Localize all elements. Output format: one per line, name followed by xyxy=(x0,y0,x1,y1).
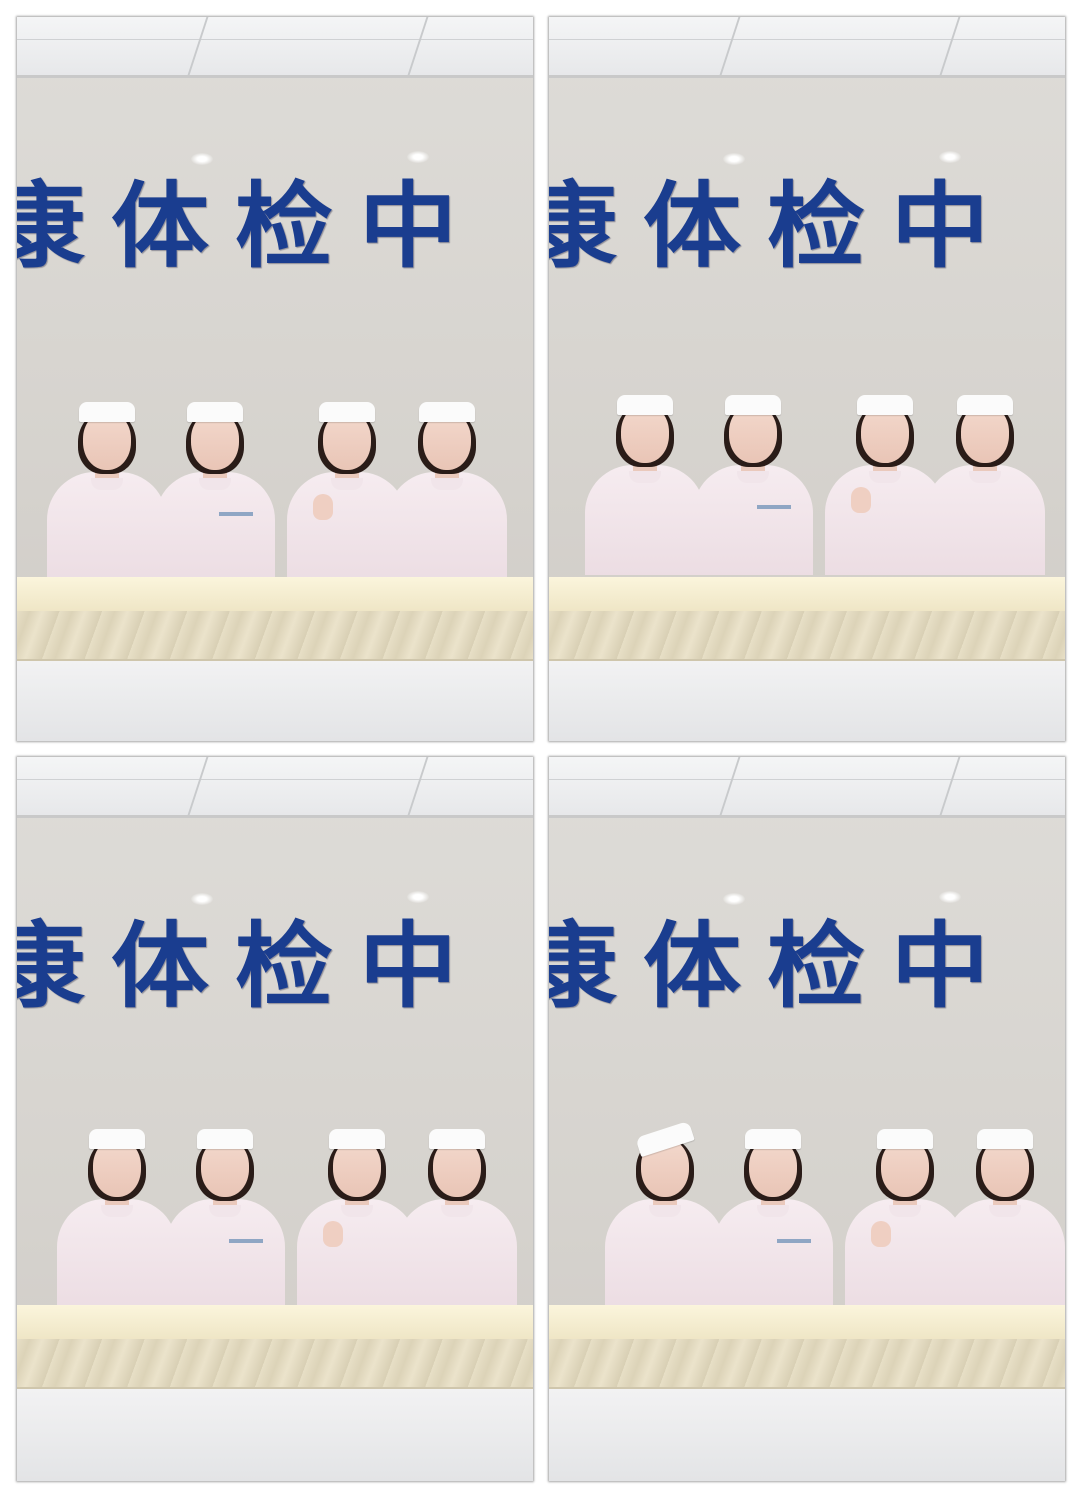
nurse xyxy=(925,395,1045,575)
ceiling xyxy=(549,757,1065,818)
photo-panel-2: 康体检中 xyxy=(549,17,1065,741)
ceiling xyxy=(17,757,533,818)
nurse xyxy=(945,1129,1065,1309)
nurse-group xyxy=(57,1129,527,1309)
reception-counter-top xyxy=(549,1305,1065,1339)
nurse xyxy=(693,395,813,575)
wall-sign: 康体检中 xyxy=(549,171,1016,282)
nurse xyxy=(155,402,275,582)
photo-panel-4: 康体检中 xyxy=(549,757,1065,1481)
reception-counter-front xyxy=(17,1339,533,1389)
photo-collage: 康体检中 康体检中 康体检中 康体检中 xyxy=(0,0,1082,1500)
nurse xyxy=(397,1129,517,1309)
ceiling-light xyxy=(407,151,429,163)
photo-panel-1: 康体检中 xyxy=(17,17,533,741)
nurse xyxy=(57,1129,177,1309)
reception-counter-front xyxy=(17,611,533,661)
reception-counter-front xyxy=(549,1339,1065,1389)
ceiling-light xyxy=(723,153,745,165)
reception-counter-top xyxy=(17,577,533,611)
ceiling-light xyxy=(939,891,961,903)
reception-counter-base xyxy=(549,661,1065,741)
nurse-group xyxy=(47,402,517,582)
ceiling-light xyxy=(939,151,961,163)
ceiling xyxy=(17,17,533,78)
reception-counter-base xyxy=(17,1389,533,1481)
photo-panel-3: 康体检中 xyxy=(17,757,533,1481)
ceiling xyxy=(549,17,1065,78)
reception-counter-top xyxy=(549,577,1065,611)
ceiling-light xyxy=(191,893,213,905)
nurse-group xyxy=(605,1120,1065,1309)
nurse xyxy=(387,402,507,582)
wall-sign: 康体检中 xyxy=(549,911,1016,1022)
reception-counter-base xyxy=(549,1389,1065,1481)
nurse xyxy=(165,1129,285,1309)
nurse xyxy=(605,1120,725,1309)
reception-counter-front xyxy=(549,611,1065,661)
nurse-group xyxy=(585,395,1055,575)
reception-counter-base xyxy=(17,661,533,741)
nurse xyxy=(585,395,705,575)
ceiling-light xyxy=(191,153,213,165)
wall-sign: 康体检中 xyxy=(17,171,484,282)
ceiling-light xyxy=(407,891,429,903)
nurse xyxy=(713,1129,833,1309)
wall-sign: 康体检中 xyxy=(17,911,484,1022)
ceiling-light xyxy=(723,893,745,905)
nurse xyxy=(47,402,167,582)
reception-counter-top xyxy=(17,1305,533,1339)
